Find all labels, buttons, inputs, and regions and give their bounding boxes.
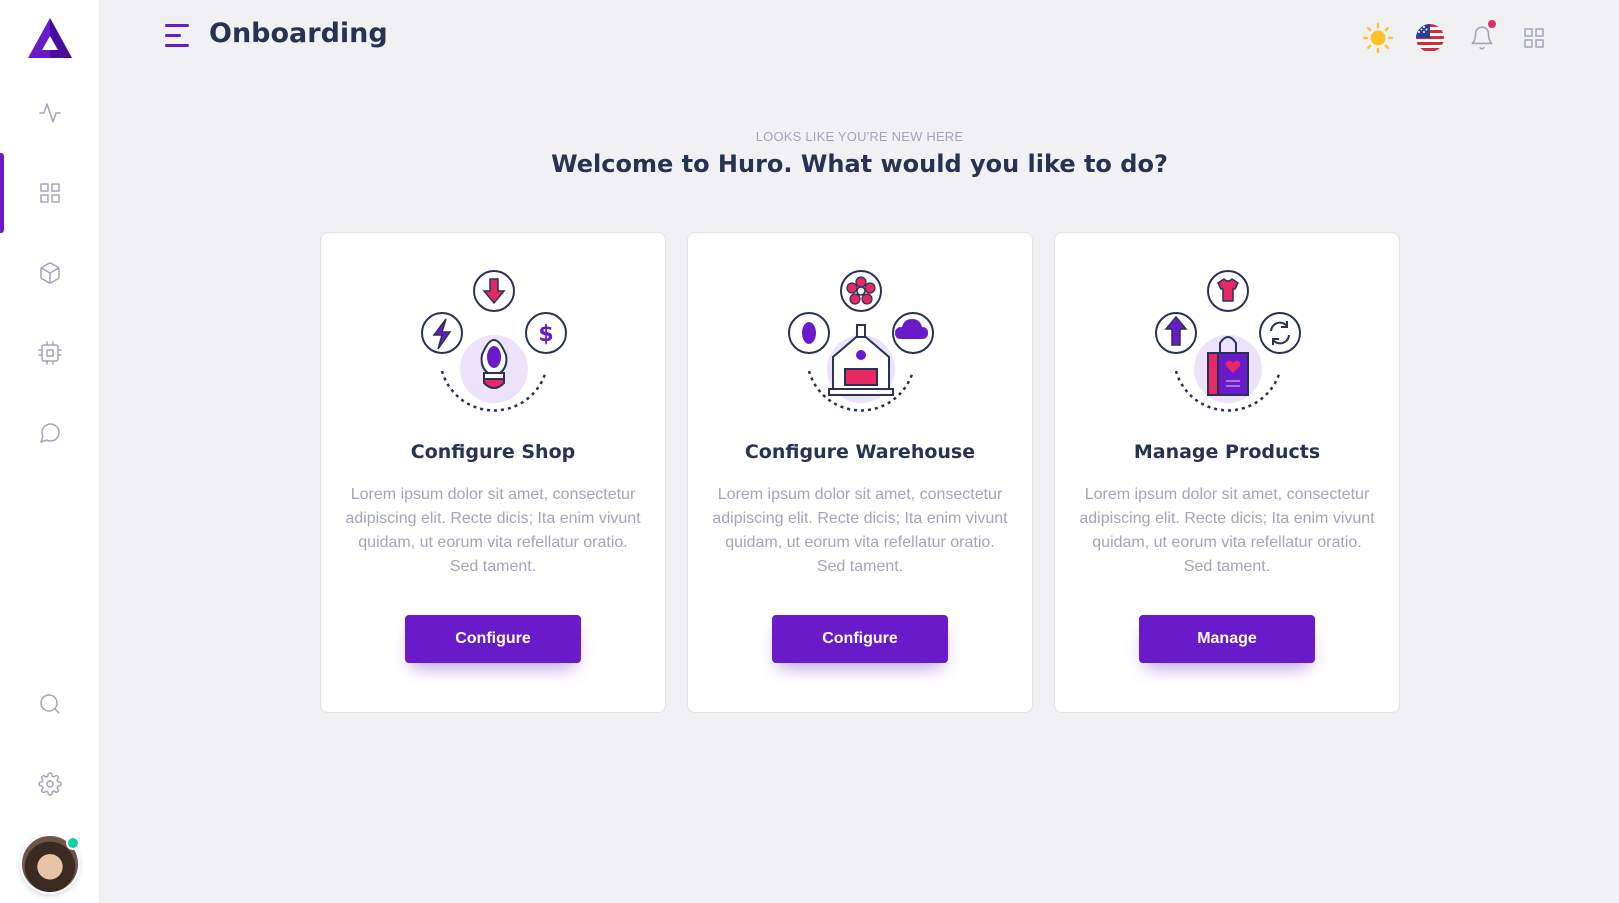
configure-shop-button[interactable]: Configure [405, 615, 581, 663]
gear-icon [38, 772, 62, 796]
onboarding-card-products: Manage Products Lorem ipsum dolor sit am… [1054, 232, 1400, 713]
card-description: Lorem ipsum dolor sit amet, consectetur … [345, 486, 641, 575]
sidebar-settings-button[interactable] [0, 744, 100, 824]
sun-icon [1363, 23, 1393, 53]
card-title: Configure Shop [410, 441, 576, 463]
page-title: Onboarding [209, 18, 388, 49]
sidebar-item-messages[interactable] [0, 393, 100, 473]
products-illustration [1155, 270, 1301, 412]
sidebar-item-dashboard[interactable] [0, 153, 100, 233]
cpu-icon [38, 341, 62, 365]
sidebar-search-button[interactable] [0, 664, 100, 744]
activity-icon [39, 103, 61, 123]
online-status-dot [66, 836, 80, 850]
box-icon [40, 262, 60, 284]
card-title: Manage Products [1133, 441, 1321, 463]
search-icon [40, 694, 60, 714]
onboarding-card-warehouse: Configure Warehouse Lorem ipsum dolor si… [687, 232, 1033, 713]
grid-icon [40, 183, 60, 203]
card-title: Configure Warehouse [744, 441, 976, 463]
grid-icon [1524, 28, 1544, 48]
warehouse-illustration [788, 270, 934, 412]
notification-dot [1488, 20, 1496, 28]
theme-toggle-button[interactable] [1360, 20, 1396, 56]
sidebar-item-box[interactable] [0, 233, 100, 313]
welcome-eyebrow: LOOKS LIKE YOU'RE NEW HERE [755, 129, 964, 144]
menu-toggle-button[interactable] [165, 24, 193, 50]
card-description: Lorem ipsum dolor sit amet, consectetur … [712, 486, 1008, 575]
huro-logo[interactable] [26, 16, 74, 60]
card-description: Lorem ipsum dolor sit amet, consectetur … [1079, 486, 1375, 575]
sidebar-item-cpu[interactable] [0, 313, 100, 393]
manage-products-button[interactable]: Manage [1139, 615, 1315, 663]
us-flag-icon [1416, 24, 1444, 52]
apps-button[interactable] [1516, 20, 1552, 56]
welcome-heading: Welcome to Huro. What would you like to … [551, 150, 1168, 178]
language-selector[interactable] [1412, 20, 1448, 56]
sidebar-item-activity[interactable] [0, 73, 100, 153]
chat-icon [40, 423, 60, 443]
user-avatar-wrap[interactable] [20, 834, 80, 894]
notifications-button[interactable] [1464, 20, 1500, 56]
sidebar [0, 0, 100, 903]
shop-illustration: $ [421, 270, 567, 412]
bell-icon [1471, 26, 1493, 50]
configure-warehouse-button[interactable]: Configure [772, 615, 948, 663]
svg-text:$: $ [538, 322, 553, 347]
onboarding-card-shop: $ Configure Shop Lorem ipsum dolor sit a… [320, 232, 666, 713]
